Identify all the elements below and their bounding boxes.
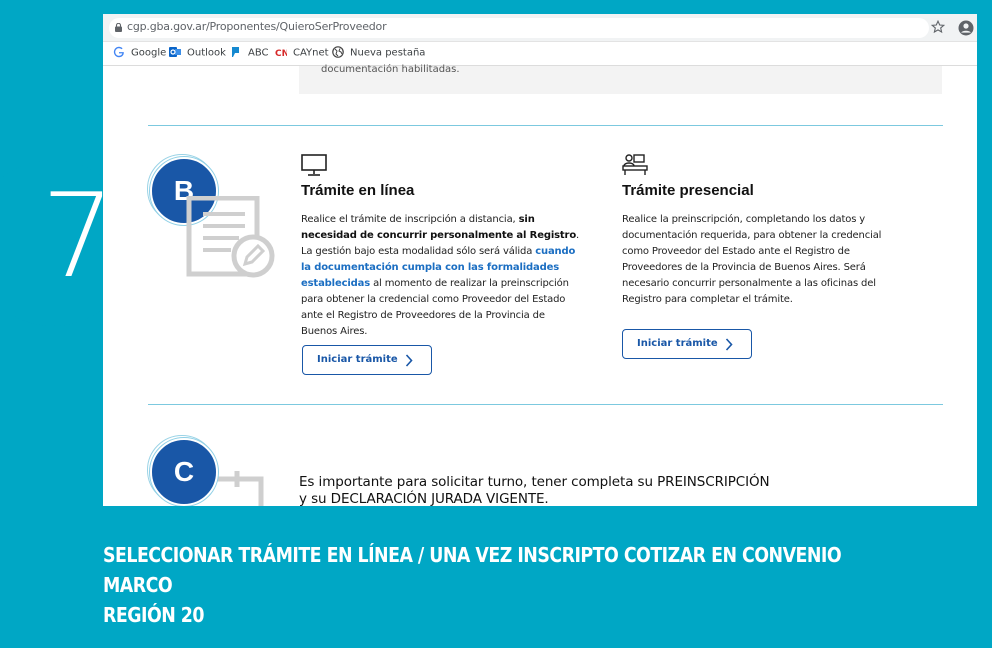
section-divider bbox=[148, 404, 943, 405]
lock-icon bbox=[115, 23, 122, 32]
profile-icon[interactable] bbox=[958, 20, 974, 36]
bookmark-label: Google bbox=[131, 47, 167, 59]
in-person-title: Trámite presencial bbox=[622, 182, 754, 199]
bookmark-label: Outlook bbox=[187, 47, 226, 59]
chevron-right-icon bbox=[405, 354, 413, 367]
bookmark-outlook[interactable]: Outlook bbox=[169, 47, 226, 61]
online-text-1: Realice el trámite de inscripción a dist… bbox=[301, 214, 519, 225]
online-title: Trámite en línea bbox=[301, 182, 415, 199]
online-description: Realice el trámite de inscripción a dist… bbox=[301, 212, 583, 340]
bookmark-label: ABC bbox=[248, 47, 269, 59]
abc-icon bbox=[232, 47, 239, 57]
bookmark-abc[interactable]: ABC bbox=[230, 47, 269, 61]
online-start-button[interactable]: Iniciar trámite bbox=[302, 345, 432, 375]
section-badge-c: C bbox=[150, 438, 218, 506]
caption-line: SELECCIONAR TRÁMITE EN LÍNEA / UNA VEZ I… bbox=[103, 543, 842, 597]
appointment-notice-line: Es importante para solicitar turno, tene… bbox=[299, 474, 770, 490]
in-person-start-button[interactable]: Iniciar trámite bbox=[622, 329, 752, 359]
computer-monitor-icon bbox=[301, 154, 327, 176]
bookmarks-bar: Google Outlook ABC CN CAYnet Nueva pesta… bbox=[103, 42, 977, 66]
star-icon[interactable] bbox=[931, 20, 945, 34]
badge-letter: C bbox=[173, 456, 195, 487]
address-bar: cgp.gba.gov.ar/Proponentes/QuieroSerProv… bbox=[103, 14, 977, 42]
appointment-notice-line: y su DECLARACIÓN JURADA VIGENTE. bbox=[299, 491, 549, 506]
instruction-caption: SELECCIONAR TRÁMITE EN LÍNEA / UNA VEZ I… bbox=[103, 540, 851, 630]
in-person-description: Realice la preinscripción, completando l… bbox=[622, 214, 882, 305]
button-label: Iniciar trámite bbox=[317, 354, 398, 365]
url-text[interactable]: cgp.gba.gov.ar/Proponentes/QuieroSerProv… bbox=[127, 20, 387, 33]
button-label: Iniciar trámite bbox=[637, 338, 718, 349]
caynet-icon: CN bbox=[275, 49, 287, 58]
globe-icon bbox=[332, 46, 344, 58]
section-divider bbox=[148, 125, 943, 126]
bookmark-caynet[interactable]: CN CAYnet bbox=[275, 47, 329, 61]
document-edit-icon bbox=[186, 196, 275, 278]
info-box: documentación habilitadas. bbox=[299, 64, 942, 94]
bookmark-label: Nueva pestaña bbox=[350, 47, 426, 59]
info-box-text: documentación habilitadas. bbox=[321, 64, 460, 75]
desk-clerk-icon bbox=[622, 154, 648, 175]
chevron-right-icon bbox=[725, 338, 733, 351]
google-icon bbox=[113, 46, 124, 58]
bookmark-nueva-pestana[interactable]: Nueva pestaña bbox=[332, 46, 426, 61]
caption-line: REGIÓN 20 bbox=[103, 603, 204, 627]
svg-text:CN: CN bbox=[275, 49, 287, 58]
bookmark-label: CAYnet bbox=[293, 47, 329, 59]
browser-screenshot: cgp.gba.gov.ar/Proponentes/QuieroSerProv… bbox=[103, 14, 977, 506]
appointment-notice: Es importante para solicitar turno, tene… bbox=[299, 474, 770, 506]
bookmark-google[interactable]: Google bbox=[113, 46, 167, 61]
outlook-icon bbox=[169, 47, 181, 57]
